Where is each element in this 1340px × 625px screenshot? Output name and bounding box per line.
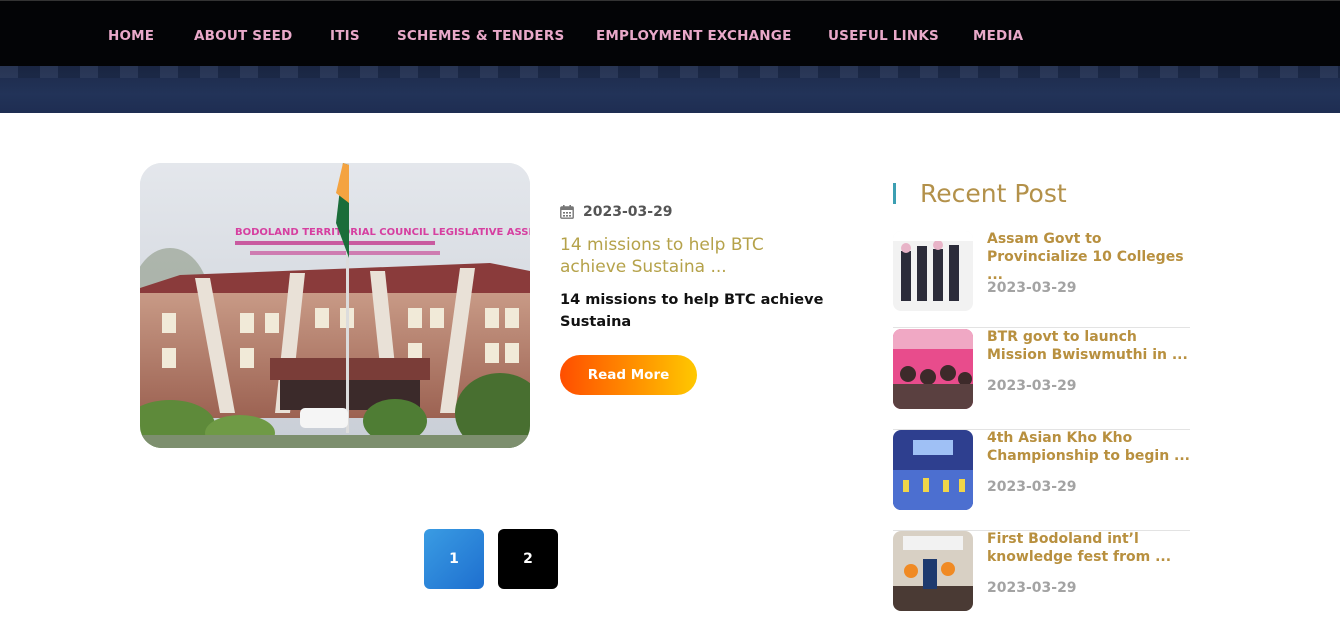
nav-item-home[interactable]: HOME	[108, 28, 154, 44]
post-title-link[interactable]: 14 missions to help BTC achieve Sustaina…	[560, 234, 820, 278]
recent-post-item[interactable]: BTR govt to launch Mission Bwiswmuthi in…	[893, 329, 1190, 409]
recent-post-thumbnail[interactable]	[893, 531, 973, 611]
nav-item-itis[interactable]: ITIS	[330, 28, 360, 44]
thumbnail-image	[893, 531, 973, 611]
recent-post-date: 2023-03-29	[987, 479, 1077, 495]
recent-post-thumbnail[interactable]	[893, 231, 973, 311]
recent-post-thumbnail[interactable]	[893, 430, 973, 510]
pagination-page-1[interactable]: 1	[424, 529, 484, 589]
recent-post-heading-text: Recent Post	[920, 178, 1067, 208]
nav-item-employment-exchange[interactable]: EMPLOYMENT EXCHANGE	[596, 28, 792, 44]
post-excerpt: 14 missions to help BTC achieve Sustaina	[560, 292, 824, 330]
thumbnail-image	[893, 231, 973, 311]
recent-post-date: 2023-03-29	[987, 280, 1077, 296]
recent-post-thumbnail[interactable]	[893, 329, 973, 409]
thumbnail-image	[893, 430, 973, 510]
calendar-icon	[560, 205, 574, 219]
recent-post-heading: Recent Post	[893, 178, 1067, 208]
building-sign-text: BODOLAND TERRITORIAL COUNCIL LEGISLATIVE…	[235, 227, 530, 238]
assembly-building-photo: BODOLAND TERRITORIAL COUNCIL LEGISLATIVE…	[140, 163, 530, 448]
recent-post-title[interactable]: First Bodoland int’l knowledge fest from…	[987, 530, 1197, 566]
heading-accent-bar	[893, 182, 896, 204]
recent-post-date: 2023-03-29	[987, 378, 1077, 394]
nav-item-media[interactable]: MEDIA	[973, 28, 1023, 44]
nav-item-useful-links[interactable]: USEFUL LINKS	[828, 28, 939, 44]
recent-post-title[interactable]: Assam Govt to Provincialize 10 Colleges …	[987, 230, 1197, 284]
read-more-button[interactable]: Read More	[560, 355, 697, 395]
post-image[interactable]: BODOLAND TERRITORIAL COUNCIL LEGISLATIVE…	[140, 163, 530, 448]
recent-post-item[interactable]: First Bodoland int’l knowledge fest from…	[893, 531, 1190, 611]
pagination-page-2[interactable]: 2	[498, 529, 558, 589]
recent-post-title[interactable]: BTR govt to launch Mission Bwiswmuthi in…	[987, 328, 1197, 364]
recent-post-item[interactable]: 4th Asian Kho Kho Championship to begin …	[893, 430, 1190, 510]
recent-post-title[interactable]: 4th Asian Kho Kho Championship to begin …	[987, 429, 1197, 465]
nav-item-about-seed[interactable]: ABOUT SEED	[194, 28, 292, 44]
top-navigation: HOME ABOUT SEED ITIS SCHEMES & TENDERS E…	[0, 0, 1340, 66]
recent-post-date: 2023-03-29	[987, 580, 1077, 596]
post-date-text: 2023-03-29	[583, 204, 673, 220]
header-banner-image	[0, 66, 1340, 113]
nav-item-schemes-tenders[interactable]: SCHEMES & TENDERS	[397, 28, 564, 44]
thumbnail-image	[893, 329, 973, 409]
recent-post-item[interactable]: Assam Govt to Provincialize 10 Colleges …	[893, 231, 1190, 311]
post-date: 2023-03-29	[560, 202, 673, 222]
